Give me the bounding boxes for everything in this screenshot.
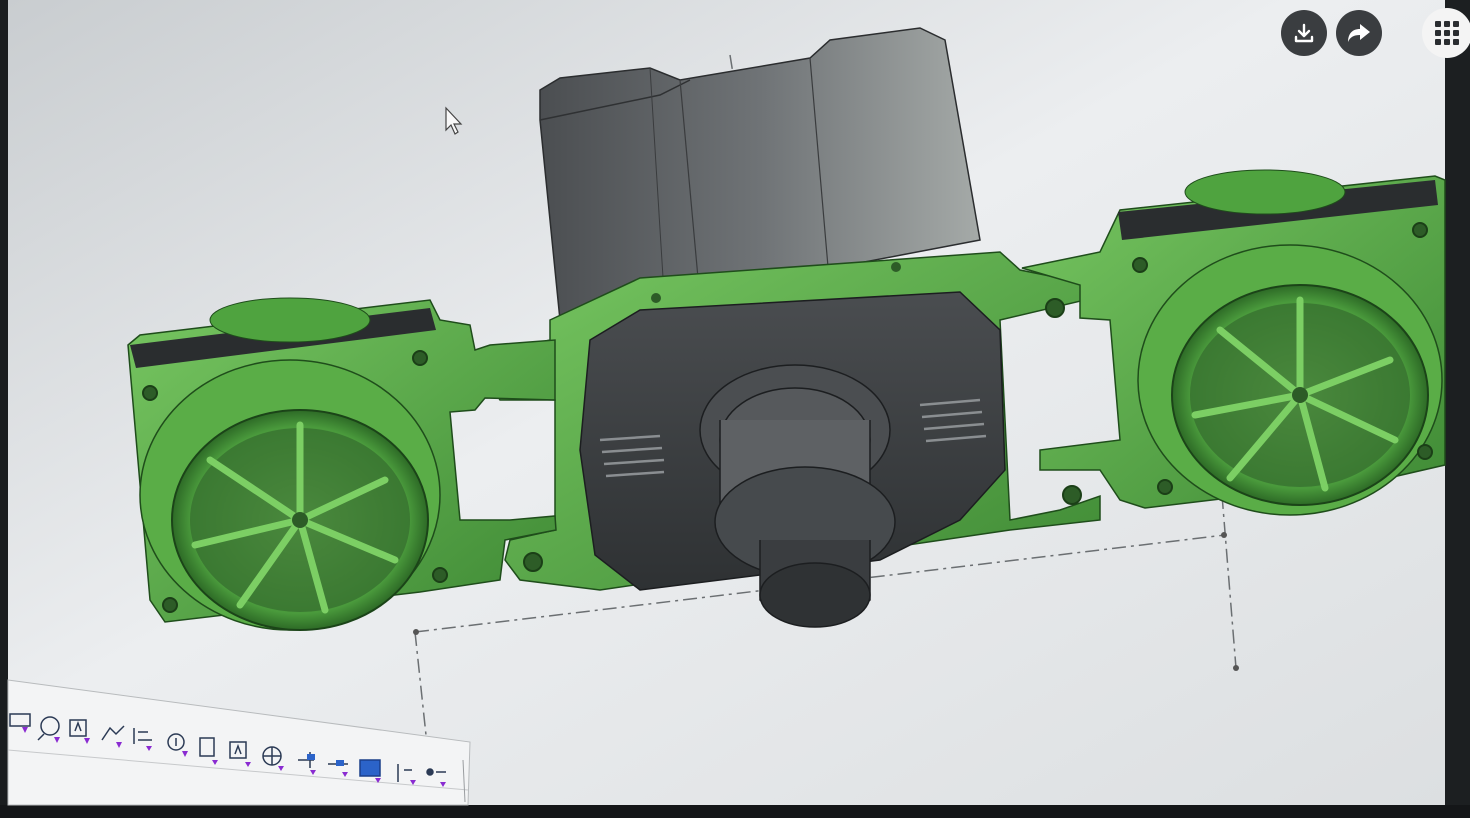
download-icon [1292,21,1316,45]
download-button[interactable] [1281,10,1327,56]
photo-frame [0,0,1470,818]
grid-apps-icon [1434,20,1460,46]
share-button[interactable] [1336,10,1382,56]
share-icon [1346,21,1372,45]
cad-viewport-photo [0,0,1470,818]
apps-grid-button[interactable] [1422,8,1470,58]
